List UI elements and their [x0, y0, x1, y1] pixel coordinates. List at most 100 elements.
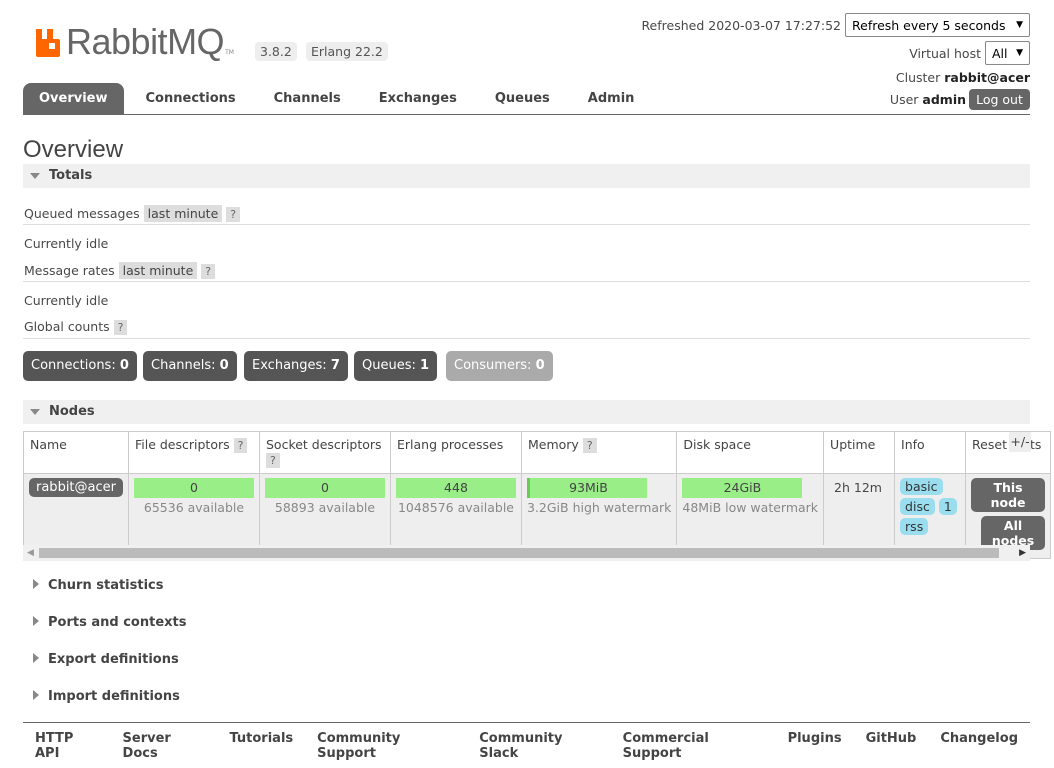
count-value: 0: [119, 358, 129, 373]
totals-section-header[interactable]: Totals: [23, 164, 1030, 188]
help-icon[interactable]: ?: [226, 207, 241, 222]
column-header-name: Name: [23, 431, 129, 474]
socket-descriptors-available: 58893 available: [274, 500, 376, 515]
rates-period-select[interactable]: last minute: [118, 262, 198, 279]
global-counts-row: Global counts?: [24, 319, 128, 335]
tab-overview[interactable]: Overview: [23, 83, 124, 115]
help-icon[interactable]: ?: [201, 264, 216, 279]
churn-statistics-section[interactable]: Churn statistics: [33, 578, 164, 593]
tab-exchanges[interactable]: Exchanges: [363, 83, 473, 115]
trademark: TM: [225, 49, 234, 56]
divider: [23, 338, 1030, 339]
chevron-down-icon: ▼: [1016, 48, 1023, 58]
scroll-right-icon[interactable]: ▶: [1019, 548, 1026, 558]
count-value: 1: [420, 358, 430, 373]
divider: [23, 281, 1030, 282]
nodes-section-header[interactable]: Nodes: [23, 400, 1030, 424]
rates-idle-text: Currently idle: [24, 293, 109, 308]
collapse-triangle-icon: [30, 409, 40, 415]
footer-link-http-api[interactable]: HTTP API: [35, 731, 99, 761]
help-icon[interactable]: ?: [582, 438, 597, 453]
count-label: Channels:: [151, 358, 216, 373]
queues-count-button[interactable]: Queues: 1: [354, 351, 438, 381]
tab-admin[interactable]: Admin: [572, 83, 651, 115]
column-header-file-descriptors: File descriptors?: [127, 431, 260, 474]
message-rates-label: Message rates: [24, 263, 115, 278]
info-basic: basic: [900, 478, 943, 495]
totals-title: Totals: [49, 168, 93, 183]
brand-name: RabbitMQ: [66, 21, 225, 62]
tab-queues[interactable]: Queues: [479, 83, 566, 115]
footer-link-plugins[interactable]: Plugins: [788, 731, 842, 761]
connections-count-button[interactable]: Connections: 0: [23, 351, 137, 381]
import-definitions-section[interactable]: Import definitions: [33, 689, 180, 704]
erlang-processes-available: 1048576 available: [397, 500, 515, 515]
help-icon[interactable]: ?: [233, 438, 248, 453]
expand-triangle-icon: [33, 653, 39, 663]
export-definitions-section[interactable]: Export definitions: [33, 652, 179, 667]
virtual-host-label: Virtual host: [909, 46, 981, 61]
tab-connections[interactable]: Connections: [130, 83, 252, 115]
expand-triangle-icon: [33, 690, 39, 700]
footer-link-commercial-support[interactable]: Commercial Support: [623, 731, 764, 761]
help-icon[interactable]: ?: [265, 453, 280, 468]
column-header-socket-descriptors: Socket descriptors?: [258, 431, 391, 474]
nodes-title: Nodes: [49, 404, 95, 419]
reset-this-node-button[interactable]: This node: [971, 478, 1046, 512]
column-header-label: Socket descriptors: [265, 437, 382, 452]
nodes-table: Name File descriptors? Socket descriptor…: [23, 431, 1052, 559]
section-title: Ports and contexts: [48, 615, 187, 630]
footer-links: HTTP API Server Docs Tutorials Community…: [23, 722, 1030, 761]
channels-count-button[interactable]: Channels: 0: [143, 351, 237, 381]
footer-link-tutorials[interactable]: Tutorials: [229, 731, 293, 761]
footer-link-github[interactable]: GitHub: [866, 731, 917, 761]
refresh-interval-value: Refresh every 5 seconds: [852, 17, 1006, 33]
footer-link-community-support[interactable]: Community Support: [317, 731, 455, 761]
count-label: Connections:: [31, 358, 116, 373]
footer-link-community-slack[interactable]: Community Slack: [479, 731, 598, 761]
refreshed-time: Refreshed 2020-03-07 17:27:52: [641, 18, 841, 33]
chevron-down-icon: ▼: [1016, 20, 1023, 30]
exchanges-count-button[interactable]: Exchanges: 7: [244, 351, 348, 381]
file-descriptors-bar: 0: [133, 478, 254, 498]
column-header-info: Info: [894, 431, 967, 474]
count-label: Consumers:: [454, 358, 532, 373]
section-title: Export definitions: [48, 652, 179, 667]
erlang-version-badge: Erlang 22.2: [306, 42, 388, 61]
global-counts-label: Global counts: [24, 319, 110, 334]
tab-channels[interactable]: Channels: [258, 83, 357, 115]
footer-link-server-docs[interactable]: Server Docs: [123, 731, 206, 761]
section-title: Churn statistics: [48, 578, 164, 593]
consumers-count-button[interactable]: Consumers: 0: [446, 351, 553, 381]
rabbitmq-logo[interactable]: RabbitMQ TM: [34, 22, 234, 62]
collapse-triangle-icon: [30, 173, 40, 179]
virtual-host-select[interactable]: All ▼: [985, 41, 1030, 65]
main-tabs: Overview Connections Channels Exchanges …: [23, 83, 1030, 115]
help-icon[interactable]: ?: [113, 320, 128, 335]
queued-messages-row: Queued messages last minute?: [24, 205, 241, 222]
expand-triangle-icon: [33, 616, 39, 626]
divider: [23, 224, 1030, 225]
scroll-left-icon[interactable]: ◀: [27, 548, 34, 558]
refresh-interval-select[interactable]: Refresh every 5 seconds ▼: [845, 13, 1030, 37]
queued-period-select[interactable]: last minute: [143, 205, 223, 222]
memory-watermark: 3.2GiB high watermark: [526, 500, 672, 515]
count-value: 0: [219, 358, 229, 373]
scrollbar-thumb[interactable]: [39, 548, 999, 558]
virtual-host-value: All: [992, 45, 1008, 61]
ports-and-contexts-section[interactable]: Ports and contexts: [33, 615, 186, 630]
queued-idle-text: Currently idle: [24, 236, 109, 251]
node-name-link[interactable]: rabbit@acer: [29, 478, 123, 497]
count-label: Queues:: [362, 358, 416, 373]
column-header-label: File descriptors: [134, 437, 230, 452]
file-descriptors-available: 65536 available: [143, 500, 245, 515]
column-toggle-button[interactable]: +/-: [1009, 432, 1031, 452]
disk-watermark: 48MiB low watermark: [682, 500, 819, 515]
message-rates-row: Message rates last minute?: [24, 262, 216, 279]
footer-link-changelog[interactable]: Changelog: [940, 731, 1018, 761]
column-header-label: Memory: [527, 437, 579, 452]
version-badge: 3.8.2: [255, 42, 297, 61]
erlang-processes-bar: 448: [395, 478, 516, 498]
horizontal-scrollbar[interactable]: ◀ ▶: [23, 545, 1030, 561]
count-label: Exchanges:: [252, 358, 327, 373]
